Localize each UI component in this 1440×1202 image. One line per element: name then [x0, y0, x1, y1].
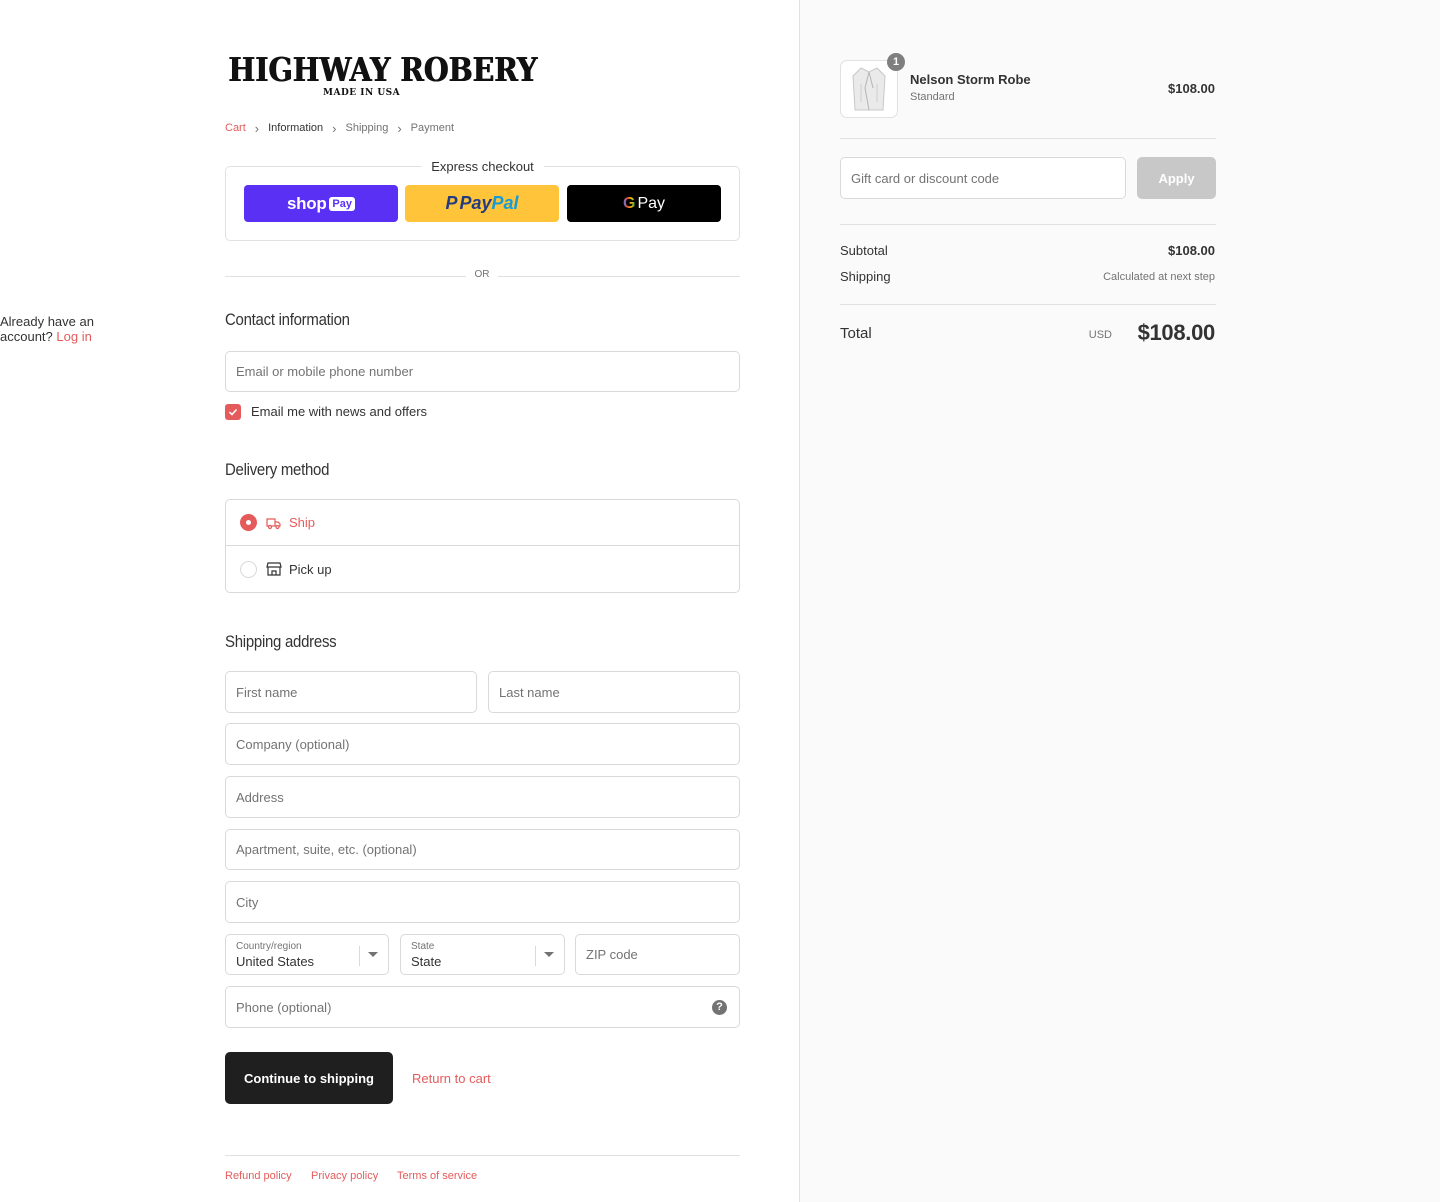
phone-field[interactable]: ?	[225, 986, 740, 1028]
city-input[interactable]	[226, 882, 739, 922]
paypal-word: PayPal	[459, 193, 519, 213]
subtotal-label: Subtotal	[840, 243, 888, 258]
refund-policy-link[interactable]: Refund policy	[225, 1170, 292, 1182]
company-input[interactable]	[226, 724, 739, 764]
breadcrumb-information: Information	[268, 122, 324, 134]
apartment-field[interactable]	[225, 829, 740, 870]
ship-label: Ship	[289, 515, 316, 530]
robe-image-icon	[852, 67, 886, 111]
ship-radio[interactable]	[240, 514, 257, 531]
email-field[interactable]	[225, 351, 740, 392]
order-summary: 1 Nelson Storm Robe Standard $108.00 App…	[799, 0, 1440, 1202]
terms-of-service-link[interactable]: Terms of service	[397, 1170, 477, 1182]
select-divider	[535, 946, 536, 966]
store-icon	[266, 562, 282, 576]
or-label: OR	[466, 269, 498, 280]
pickup-radio[interactable]	[240, 560, 257, 578]
first-name-input[interactable]	[226, 672, 476, 712]
brand-name: HIGHWAY ROBERY	[228, 50, 537, 89]
select-divider	[359, 946, 360, 966]
breadcrumb-cart[interactable]: Cart	[225, 122, 246, 134]
last-name-field[interactable]	[488, 671, 740, 713]
zip-field[interactable]	[575, 934, 740, 975]
address-field[interactable]	[225, 776, 740, 818]
last-name-input[interactable]	[489, 672, 739, 712]
checkmark-icon	[228, 408, 238, 416]
express-checkout-title: Express checkout	[421, 159, 544, 174]
chevron-down-icon	[544, 952, 554, 957]
chevron-right-icon: ›	[332, 120, 337, 136]
discount-field[interactable]	[840, 157, 1126, 199]
continue-to-shipping-button[interactable]: Continue to shipping	[225, 1052, 393, 1104]
breadcrumb: Cart › Information › Shipping › Payment	[225, 120, 455, 136]
chevron-right-icon: ›	[397, 120, 402, 136]
total-value: $108.00	[1137, 320, 1216, 345]
delivery-title: Delivery method	[225, 460, 330, 479]
shop-pay-button[interactable]: shop Pay	[244, 185, 398, 222]
newsletter-label: Email me with news and offers	[251, 404, 428, 419]
shop-pay-word: shop	[287, 193, 327, 213]
delivery-option-ship[interactable]: Ship	[226, 500, 739, 546]
country-value: United States	[236, 954, 315, 969]
shipping-label: Shipping	[840, 269, 891, 284]
breadcrumb-payment: Payment	[410, 122, 455, 134]
brand-logo[interactable]: HIGHWAY ROBERY MADE IN USA	[228, 50, 537, 99]
country-select[interactable]: Country/region United States	[225, 934, 389, 975]
state-value: State	[411, 954, 442, 969]
phone-input[interactable]	[226, 987, 739, 1027]
subtotal-value: $108.00	[1168, 243, 1215, 258]
pickup-label: Pick up	[289, 561, 332, 577]
first-name-field[interactable]	[225, 671, 477, 713]
delivery-option-pickup[interactable]: Pick up	[226, 546, 739, 592]
summary-divider	[840, 138, 1216, 139]
discount-input[interactable]	[841, 158, 1125, 198]
summary-divider	[840, 304, 1216, 305]
login-link[interactable]: Log in	[56, 329, 91, 344]
account-prompt: Already have an account? Log in	[0, 314, 99, 344]
google-pay-button[interactable]: G Pay	[567, 185, 721, 222]
product-variant: Standard	[910, 91, 955, 103]
total-label: Total	[840, 325, 872, 342]
privacy-policy-link[interactable]: Privacy policy	[311, 1170, 378, 1182]
return-to-cart-link[interactable]: Return to cart	[412, 1071, 491, 1086]
company-field[interactable]	[225, 723, 740, 765]
google-g-icon: G	[622, 194, 636, 212]
truck-icon	[266, 517, 281, 529]
address-input[interactable]	[226, 777, 739, 817]
country-label: Country/region	[236, 941, 302, 952]
express-checkout: Express checkout shop Pay P PayPal G Pay	[225, 159, 740, 241]
newsletter-checkbox[interactable]	[225, 404, 241, 420]
quantity-badge: 1	[887, 53, 905, 71]
shipping-address-title: Shipping address	[225, 632, 337, 651]
google-pay-word: Pay	[637, 194, 666, 212]
checkout-main: HIGHWAY ROBERY MADE IN USA Cart › Inform…	[0, 0, 799, 1202]
email-input[interactable]	[226, 352, 739, 391]
currency-code: USD	[1088, 329, 1112, 341]
delivery-method: Ship Pick up	[225, 499, 740, 593]
shop-pay-badge: Pay	[329, 196, 355, 211]
summary-divider	[840, 224, 1216, 225]
paypal-button[interactable]: P PayPal	[405, 185, 559, 222]
zip-input[interactable]	[576, 935, 739, 974]
contact-title: Contact information	[225, 310, 350, 329]
brand-tagline: MADE IN USA	[323, 88, 401, 98]
shipping-value: Calculated at next step	[1103, 271, 1215, 283]
breadcrumb-shipping: Shipping	[345, 122, 389, 134]
state-label: State	[411, 941, 435, 952]
product-price: $108.00	[1168, 81, 1215, 96]
state-select[interactable]: State State	[400, 934, 565, 975]
chevron-right-icon: ›	[254, 120, 260, 136]
city-field[interactable]	[225, 881, 740, 923]
apartment-input[interactable]	[226, 830, 739, 869]
footer-divider	[225, 1155, 740, 1156]
apply-button[interactable]: Apply	[1137, 157, 1216, 199]
chevron-down-icon	[368, 952, 378, 957]
help-icon[interactable]: ?	[712, 1000, 727, 1015]
product-name: Nelson Storm Robe	[910, 72, 1031, 87]
paypal-p-icon: P	[445, 193, 458, 213]
